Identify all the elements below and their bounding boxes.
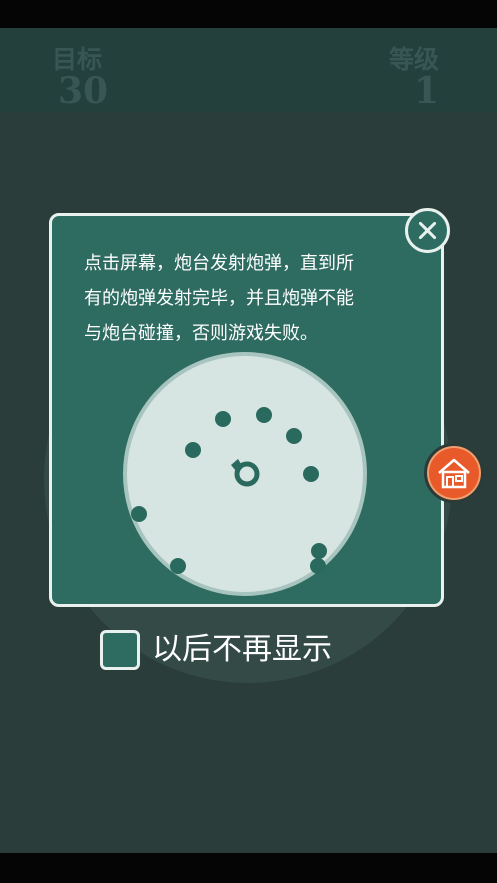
bullet-dot (311, 543, 327, 559)
navigation-bar (0, 853, 497, 883)
home-button[interactable] (424, 443, 484, 503)
bullet-dot (131, 506, 147, 522)
bullet-dot (310, 558, 326, 574)
target-value: 30 (58, 70, 109, 112)
bullet-dot (170, 558, 186, 574)
dont-show-again-label[interactable]: 以后不再显示 (152, 630, 332, 670)
bullet-dot (286, 428, 302, 444)
bullet-dot (256, 407, 272, 423)
instruction-line: 与炮台碰撞，否则游戏失败。 (84, 323, 318, 344)
instruction-line: 有的炮弹发射完毕，并且炮弹不能 (84, 288, 354, 309)
bullet-dot (185, 442, 201, 458)
instruction-line: 点击屏幕，炮台发射炮弹，直到所 (84, 253, 354, 274)
level-value: 1 (414, 70, 440, 112)
bullet-dot (215, 411, 231, 427)
turret-icon (231, 459, 260, 487)
bullet-dot (303, 466, 319, 482)
status-bar (0, 0, 497, 28)
instruction-text: 点击屏幕，炮台发射炮弹，直到所 有的炮弹发射完毕，并且炮弹不能 与炮台碰撞，否则… (84, 246, 424, 351)
dont-show-again-checkbox[interactable] (100, 630, 140, 670)
house-icon (438, 458, 470, 489)
